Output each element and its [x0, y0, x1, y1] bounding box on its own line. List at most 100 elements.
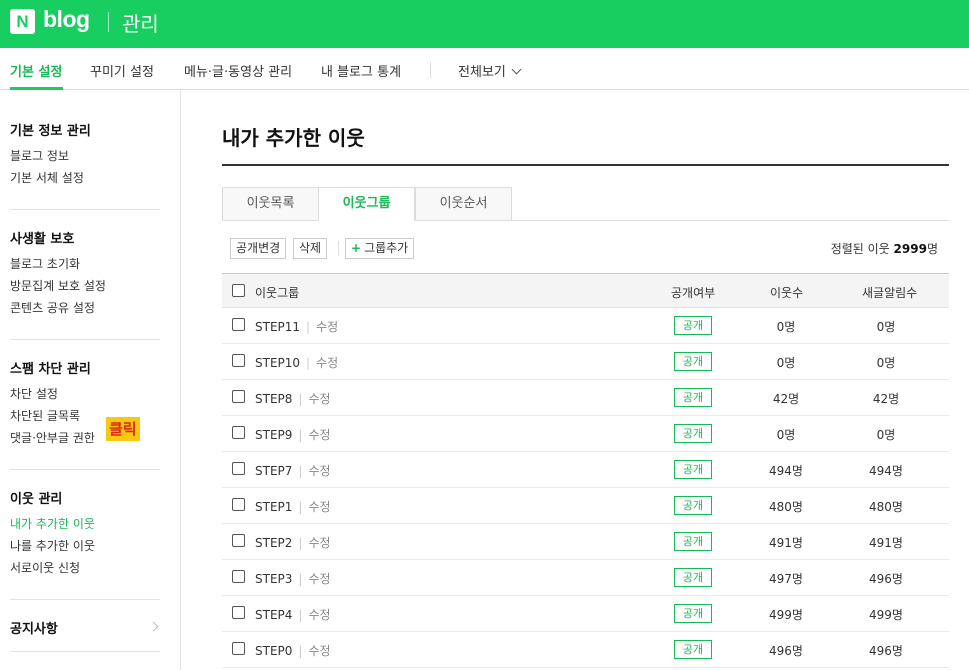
visibility-badge[interactable]: 공개 [674, 604, 712, 623]
alert-count: 480명 [869, 500, 903, 514]
nav-decoration-settings[interactable]: 꾸미기 설정 [90, 61, 154, 80]
group-name-cell: STEP10 | 수정 [255, 354, 338, 371]
neighbor-count: 42명 [772, 392, 800, 406]
sidebar-divider [10, 469, 160, 470]
title-underline [222, 164, 949, 166]
visibility-badge[interactable]: 공개 [674, 568, 712, 587]
edit-link[interactable]: 수정 [316, 356, 338, 370]
tab-neighbor-order[interactable]: 이웃순서 [415, 187, 512, 221]
nav-view-all[interactable]: 전체보기 [458, 61, 522, 80]
column-new-post-alerts: 새글알림수 [862, 286, 918, 300]
row-checkbox[interactable] [232, 354, 245, 367]
visibility-badge[interactable]: 공개 [674, 388, 712, 407]
header-title: 관리 [122, 12, 159, 36]
nav-content-management[interactable]: 메뉴·글·동영상 관리 [184, 61, 292, 80]
table-header: 이웃그룹 공개여부 이웃수 새글알림수 [222, 273, 949, 308]
chevron-down-icon [511, 64, 522, 75]
sidebar-item-blog-reset[interactable]: 블로그 초기화 [10, 255, 80, 272]
visibility-badge[interactable]: 공개 [674, 460, 712, 479]
alert-count: 499명 [869, 608, 903, 622]
neighbor-count: 491명 [769, 536, 803, 550]
group-name-cell: STEP4 | 수정 [255, 606, 331, 623]
edit-link[interactable]: 수정 [308, 644, 330, 658]
edit-link[interactable]: 수정 [308, 608, 330, 622]
sidebar-section-spam: 스팸 차단 관리 [10, 362, 91, 377]
row-checkbox[interactable] [232, 642, 245, 655]
sidebar-item-my-added-neighbors[interactable]: 내가 추가한 이웃 [10, 515, 95, 532]
neighbor-count: 480명 [769, 500, 803, 514]
group-name: STEP4 [255, 608, 293, 622]
sidebar-item-mutual-requests[interactable]: 서로이웃 신청 [10, 559, 80, 576]
edit-divider: | [298, 572, 303, 586]
row-checkbox[interactable] [232, 426, 245, 439]
naver-logo-icon[interactable]: N [10, 9, 35, 34]
group-name-cell: STEP8 | 수정 [255, 390, 331, 407]
sidebar-divider [10, 209, 160, 210]
edit-link[interactable]: 수정 [308, 572, 330, 586]
alert-count: 42명 [872, 392, 900, 406]
edit-link[interactable]: 수정 [308, 464, 330, 478]
sorted-count-value: 2999 [893, 242, 927, 256]
change-visibility-button[interactable]: 공개변경 [230, 238, 287, 259]
blog-logo[interactable]: blog [43, 6, 90, 33]
group-name: STEP9 [255, 428, 293, 442]
edit-link[interactable]: 수정 [308, 428, 330, 442]
sidebar-item-comment-permission[interactable]: 댓글·안부글 권한 [10, 429, 95, 446]
edit-divider: | [298, 428, 303, 442]
visibility-badge[interactable]: 공개 [674, 352, 712, 371]
row-checkbox[interactable] [232, 570, 245, 583]
sidebar-item-blog-info[interactable]: 블로그 정보 [10, 147, 69, 164]
row-checkbox[interactable] [232, 606, 245, 619]
sidebar-item-default-font[interactable]: 기본 서체 설정 [10, 169, 84, 186]
table-row: STEP4 | 수정 공개 499명 499명 [222, 596, 949, 632]
sidebar-section-neighbors: 이웃 관리 [10, 492, 63, 507]
edit-divider: | [306, 320, 311, 334]
group-name: STEP11 [255, 320, 301, 334]
visibility-badge[interactable]: 공개 [674, 424, 712, 443]
add-group-button[interactable]: + 그룹추가 [345, 238, 415, 259]
tab-neighbor-list[interactable]: 이웃목록 [222, 187, 319, 221]
edit-divider: | [298, 392, 303, 406]
sidebar-item-blocked-posts[interactable]: 차단된 글목록 [10, 407, 80, 424]
alert-count: 491명 [869, 536, 903, 550]
sidebar-item-visit-protect[interactable]: 방문집계 보호 설정 [10, 277, 106, 294]
group-name-cell: STEP11 | 수정 [255, 318, 338, 335]
edit-link[interactable]: 수정 [316, 320, 338, 334]
sidebar-section-notice[interactable]: 공지사항 [10, 618, 58, 637]
sidebar-divider [10, 599, 160, 600]
sidebar-divider [10, 339, 160, 340]
tab-neighbor-group[interactable]: 이웃그룹 [318, 187, 415, 221]
visibility-badge[interactable]: 공개 [674, 532, 712, 551]
visibility-badge[interactable]: 공개 [674, 316, 712, 335]
row-checkbox[interactable] [232, 462, 245, 475]
row-checkbox[interactable] [232, 390, 245, 403]
table-row: STEP7 | 수정 공개 494명 494명 [222, 452, 949, 488]
edit-link[interactable]: 수정 [308, 500, 330, 514]
table-row: STEP8 | 수정 공개 42명 42명 [222, 380, 949, 416]
row-checkbox[interactable] [232, 534, 245, 547]
group-name-cell: STEP1 | 수정 [255, 498, 331, 515]
alert-count: 496명 [869, 572, 903, 586]
sidebar-item-neighbors-added-me[interactable]: 나를 추가한 이웃 [10, 537, 95, 554]
visibility-badge[interactable]: 공개 [674, 496, 712, 515]
group-name-cell: STEP3 | 수정 [255, 570, 331, 587]
edit-link[interactable]: 수정 [308, 392, 330, 406]
row-checkbox[interactable] [232, 498, 245, 511]
delete-button[interactable]: 삭제 [293, 238, 328, 259]
alert-count: 0명 [876, 428, 896, 442]
header-divider [108, 12, 109, 32]
edit-divider: | [298, 536, 303, 550]
neighbor-count: 0명 [776, 428, 796, 442]
sidebar-item-content-share[interactable]: 콘텐츠 공유 설정 [10, 299, 95, 316]
nav-basic-settings[interactable]: 기본 설정 [10, 61, 62, 80]
nav-divider [430, 62, 431, 78]
sidebar-section-basic-info: 기본 정보 관리 [10, 124, 91, 139]
row-checkbox[interactable] [232, 318, 245, 331]
sidebar-item-block-settings[interactable]: 차단 설정 [10, 385, 58, 402]
select-all-checkbox[interactable] [232, 284, 245, 297]
edit-link[interactable]: 수정 [308, 536, 330, 550]
column-neighbor-count: 이웃수 [770, 286, 804, 300]
visibility-badge[interactable]: 공개 [674, 640, 712, 659]
nav-blog-statistics[interactable]: 내 블로그 통계 [321, 61, 401, 80]
group-name: STEP1 [255, 500, 293, 514]
